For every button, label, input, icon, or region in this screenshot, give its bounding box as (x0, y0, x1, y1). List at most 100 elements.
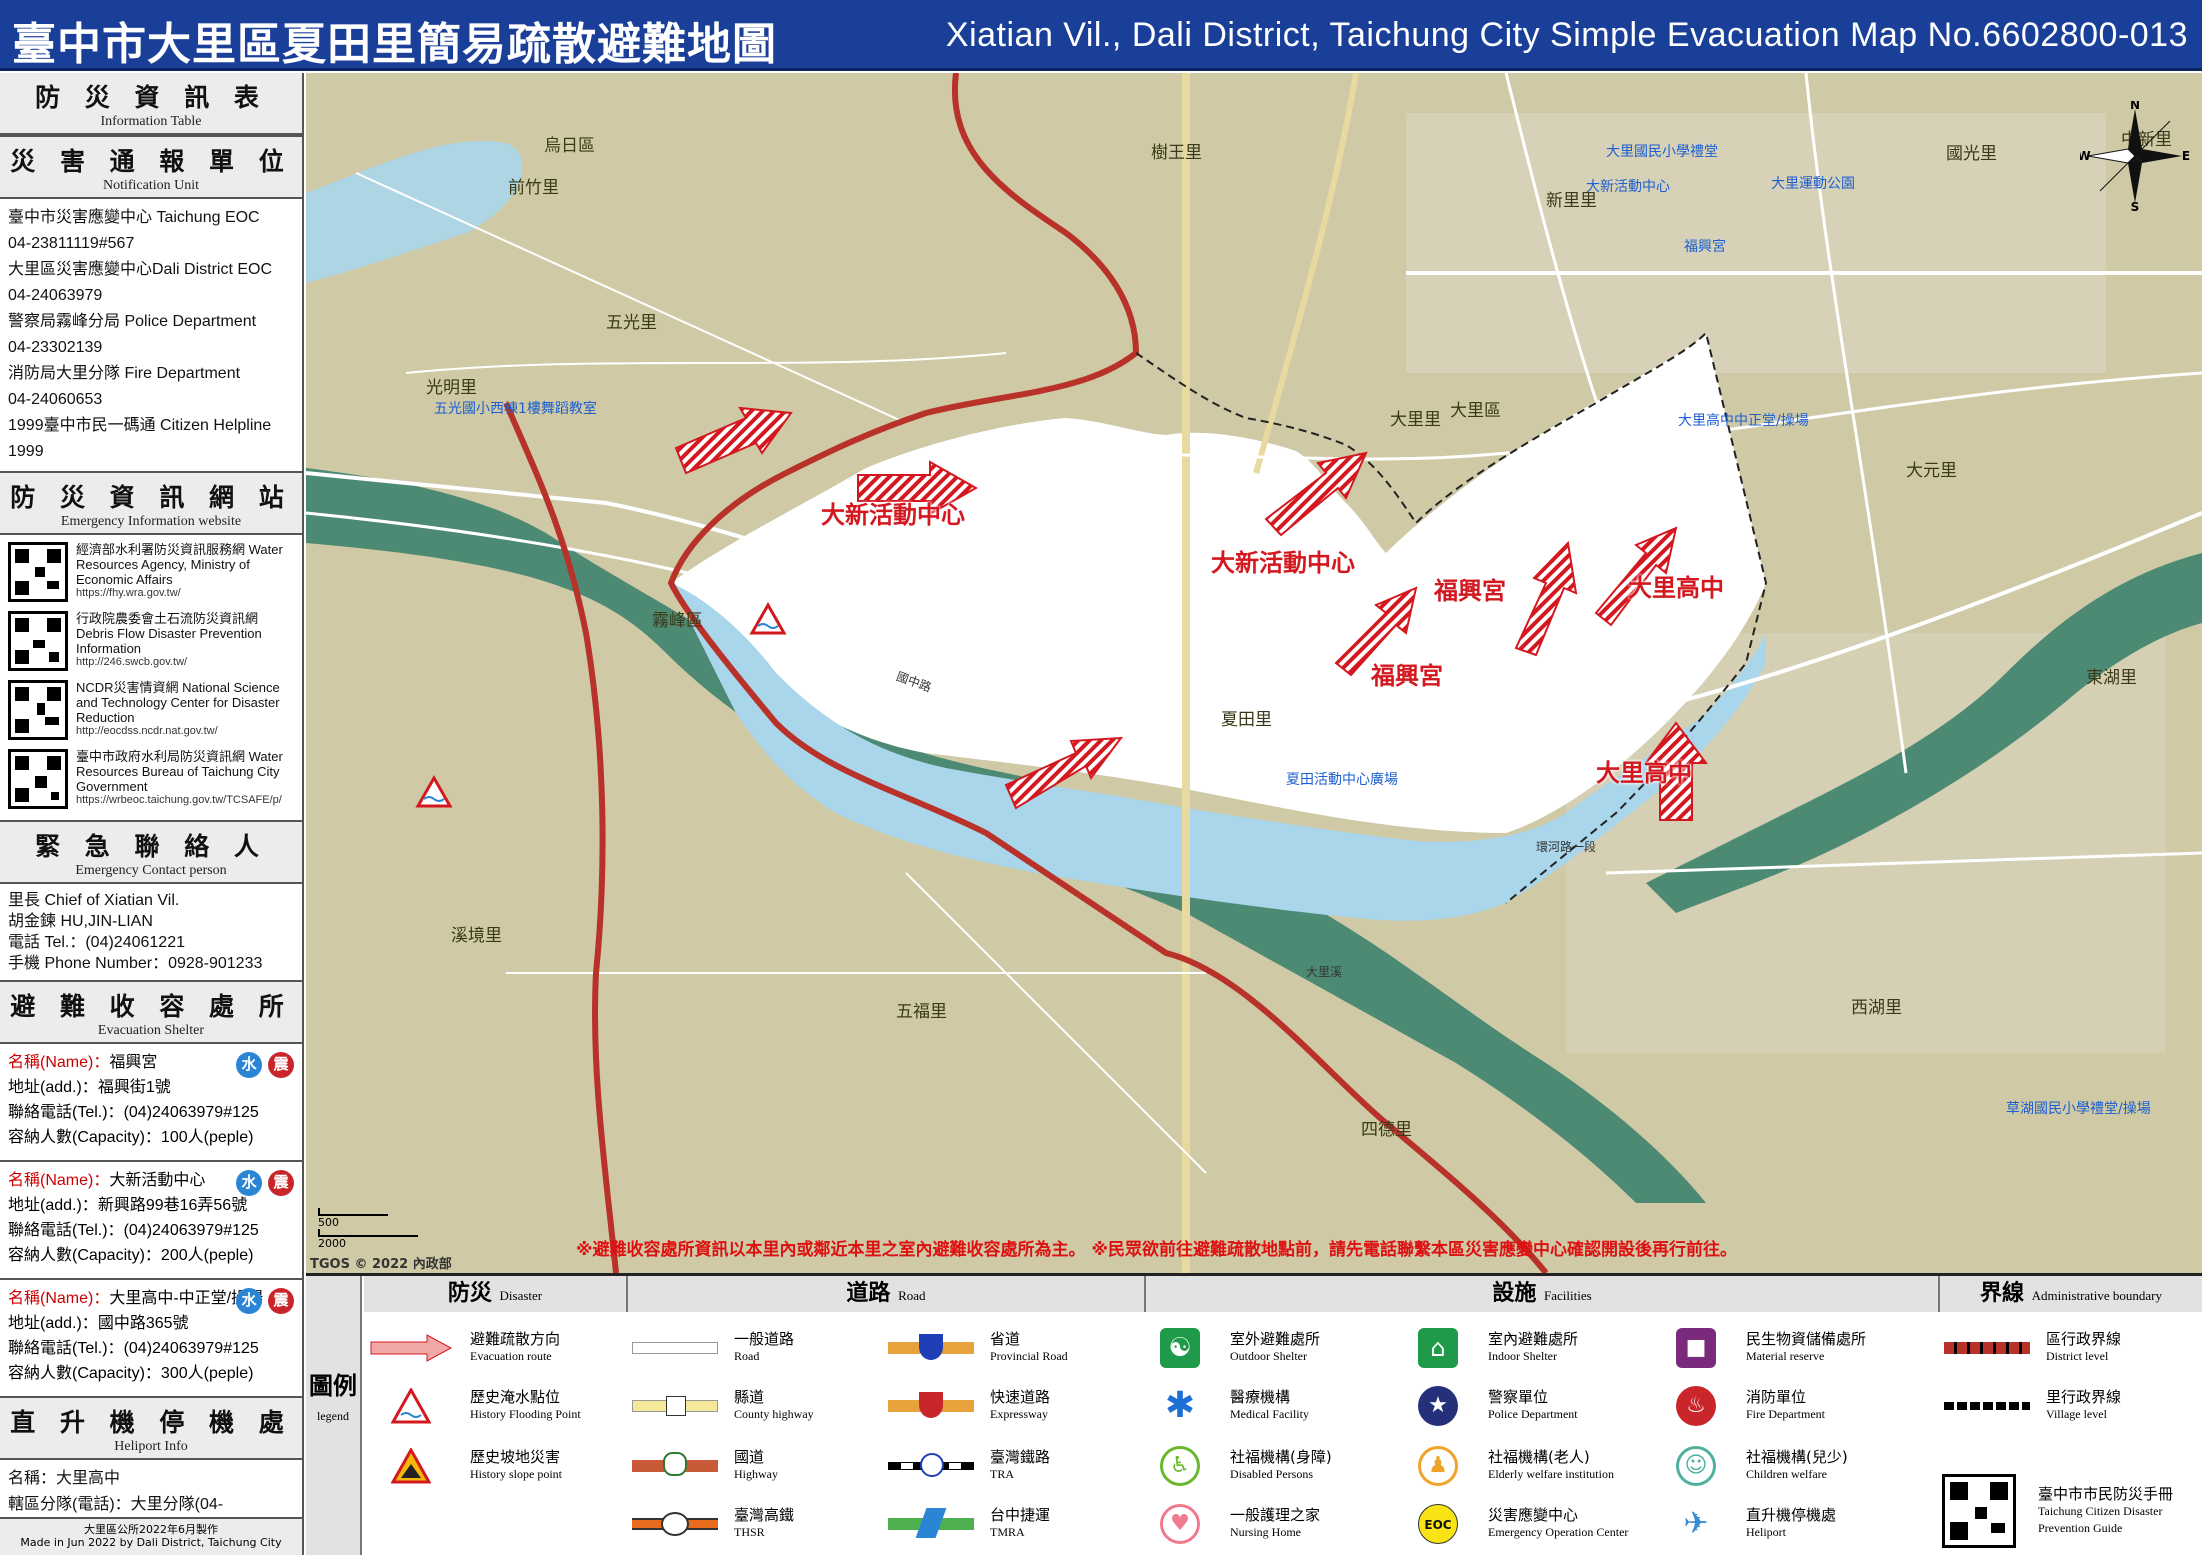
shelter-item: 水 震 名稱(Name)：福興宮 地址(add.)：福興街1號 聯絡電話(Tel… (0, 1044, 302, 1162)
village-label: 大元里 (1906, 461, 1957, 481)
quake-badge-icon: 震 (268, 1288, 294, 1314)
website-url[interactable]: http://246.swcb.gov.tw/ (76, 656, 294, 669)
evac-label-dali-hs: 大里高中 (1628, 574, 1724, 602)
title-bar: 臺中市大里區夏田里簡易疏散避難地圖 Xiatian Vil., Dali Dis… (0, 0, 2202, 71)
notification-line: 04-23302139 (8, 339, 103, 356)
evac-label-fuxing: 福興宮 (1434, 577, 1506, 605)
legend-tmra: 台中捷運 TMRA (886, 1494, 1050, 1554)
info-table-header: 防 災 資 訊 表 Information Table (0, 73, 302, 135)
village-label: 霧峰區 (652, 611, 703, 631)
website-name: 臺中市政府水利局防災資訊網 Water Resources Bureau of … (76, 749, 283, 794)
website-item[interactable]: 臺中市政府水利局防災資訊網 Water Resources Bureau of … (8, 749, 294, 813)
nursing-home-icon: ♥ (1160, 1504, 1200, 1544)
village-label: 大里里 (1390, 410, 1441, 430)
heliport-header: 直 升 機 停 機 處 Heliport Info (0, 1398, 302, 1460)
compass-n: N (2130, 101, 2140, 112)
evac-label-fuxing: 福興宮 (1371, 662, 1443, 690)
shelter-name: 福興宮 (109, 1054, 158, 1071)
shelter-notice: ※避難收容處所資訊以本里內或鄰近本里之室內避難收容處所為主。 ※民眾欲前往避難疏… (576, 1240, 1737, 1260)
place-label: 福興宮 (1684, 239, 1726, 255)
notification-line: 04-24063979 (8, 287, 103, 304)
shelter-capacity: 200人(peple) (160, 1247, 254, 1264)
production-note: 大里區公所2022年6月製作 Made in Jun 2022 by Dali … (0, 1517, 302, 1555)
name-label: 名稱(Name)： (8, 1290, 110, 1307)
water-badge-icon: 水 (236, 1288, 262, 1314)
legend-village-boundary: 里行政界線 Village level (1942, 1376, 2121, 1436)
place-label: 大新活動中心 (1586, 179, 1670, 195)
info-table-subtitle: Information Table (100, 114, 202, 129)
heliport-subtitle: Heliport Info (114, 1439, 188, 1454)
contact-line: 手機 Phone Number：0928-901233 (8, 955, 263, 972)
shelter-address: 國中路365號 (97, 1315, 189, 1332)
legend-eoc: EOC 災害應變中心 Emergency Operation Center (1406, 1494, 1628, 1554)
legend-road-header: 道路 Road (628, 1276, 1146, 1312)
contact-subtitle: Emergency Contact person (75, 863, 227, 878)
address-label: 地址(add.)： (8, 1197, 98, 1214)
legend-fire-dept: ♨ 消防單位 Fire Department (1664, 1376, 1825, 1436)
notification-line: 警察局霧峰分局 Police Department (8, 313, 257, 330)
material-reserve-icon: ■ (1676, 1328, 1716, 1368)
disabled-welfare-icon: ♿ (1160, 1446, 1200, 1486)
tel-label: 聯絡電話(Tel.)： (8, 1340, 124, 1357)
notification-line: 臺中市災害應變中心 Taichung EOC (8, 209, 260, 226)
place-label: 大里國民小學禮堂 (1606, 144, 1718, 160)
title-chinese: 臺中市大里區夏田里簡易疏散避難地圖 (12, 19, 777, 70)
notification-list: 臺中市災害應變中心 Taichung EOC 04-23811119#567 大… (0, 199, 302, 471)
websites-list: 經濟部水利署防災資訊服務網 Water Resources Agency, Mi… (0, 535, 302, 820)
compass-s: S (2131, 200, 2140, 211)
legend-evac-route: 避難疏散方向 Evacuation route (366, 1318, 560, 1378)
legend-district-boundary: 區行政界線 District level (1942, 1318, 2121, 1378)
village-label: 夏田里 (1221, 710, 1272, 730)
scale-label: 2000 (318, 1237, 346, 1250)
legend-title: 圖例 (309, 1372, 357, 1400)
notification-line: 1999 (8, 443, 44, 460)
heliport-title: 直 升 機 停 機 處 (10, 1408, 292, 1437)
road-label: 環河路一段 (1536, 840, 1597, 854)
contact-list: 里長 Chief of Xiatian Vil. 胡金鍊 HU,JIN-LIAN… (0, 884, 302, 980)
tel-label: 聯絡電話(Tel.)： (8, 1104, 124, 1121)
fire-dept-icon: ♨ (1676, 1386, 1716, 1426)
legend-road: 一般道路 Road (630, 1318, 794, 1378)
evacuation-map-page: 臺中市大里區夏田里簡易疏散避難地圖 Xiatian Vil., Dali Dis… (0, 0, 2202, 1555)
website-item[interactable]: 行政院農委會土石流防災資訊網 Debris Flow Disaster Prev… (8, 611, 294, 675)
legend-expressway: 快速道路 Expressway (886, 1376, 1050, 1436)
notification-line: 1999臺中市民一碼通 Citizen Helpline (8, 417, 272, 434)
shelter-capacity: 100人(peple) (160, 1129, 254, 1146)
notification-title: 災 害 通 報 單 位 (10, 147, 292, 176)
contact-header: 緊 急 聯 絡 人 Emergency Contact person (0, 820, 302, 884)
legend-provincial-road: 省道 Provincial Road (886, 1318, 1068, 1378)
website-url[interactable]: http://eocdss.ncdr.nat.gov.tw/ (76, 725, 294, 738)
legend-panel: 圖例 legend 防災 Disaster 道路 Road 設施 Facilit… (306, 1273, 2202, 1555)
legend-flood-point: 歷史淹水點位 History Flooding Point (366, 1376, 581, 1436)
legend-guide[interactable]: 臺中市市民防災手冊 Taichung Citizen Disaster Preve… (1942, 1471, 2202, 1551)
website-url[interactable]: https://fhy.wra.gov.tw/ (76, 587, 294, 600)
police-icon: ★ (1418, 1386, 1458, 1426)
scale-bar: 500 2000 (318, 1208, 418, 1250)
urban-area (1406, 113, 2106, 373)
compass-icon: N E S W (2080, 101, 2190, 211)
place-label: 夏田活動中心廣場 (1286, 772, 1398, 788)
map-area[interactable]: 大新活動中心 大新活動中心 福興宮 福興宮 大里高中 大里高中 夏田里 大里里 … (306, 73, 2202, 1273)
website-item[interactable]: 經濟部水利署防災資訊服務網 Water Resources Agency, Mi… (8, 542, 294, 606)
title-english: Xiatian Vil., Dali District, Taichung Ci… (945, 16, 2188, 54)
website-url[interactable]: https://wrbeoc.taichung.gov.tw/TCSAFE/p/ (76, 794, 294, 807)
outdoor-shelter-icon: ☯ (1160, 1328, 1200, 1368)
village-label: 大里區 (1450, 401, 1501, 421)
contact-line: 電話 Tel.：(04)24061221 (8, 934, 185, 951)
water-badge-icon: 水 (236, 1170, 262, 1196)
contact-line: 里長 Chief of Xiatian Vil. (8, 892, 180, 909)
name-label: 名稱(Name)： (8, 1054, 110, 1071)
evac-label-daxin: 大新活動中心 (1211, 549, 1355, 577)
website-item[interactable]: NCDR災害情資網 National Science and Technolog… (8, 680, 294, 744)
medical-icon: ✱ (1164, 1385, 1196, 1426)
evac-label-dali-hs: 大里高中 (1596, 759, 1692, 787)
production-note-en: Made in Jun 2022 by Dali District, Taich… (20, 1536, 282, 1549)
village-label: 溪境里 (451, 926, 502, 946)
website-name: 行政院農委會土石流防災資訊網 Debris Flow Disaster Prev… (76, 611, 262, 656)
legend-thsr: 臺灣高鐵 THSR (630, 1494, 794, 1554)
contact-title: 緊 急 聯 絡 人 (35, 832, 267, 861)
legend-boundary-header: 界線 Administrative boundary (1940, 1276, 2202, 1312)
capacity-label: 容納人數(Capacity)： (8, 1247, 161, 1264)
shelter-header: 避 難 收 容 處 所 Evacuation Shelter (0, 980, 302, 1044)
shelter-item: 水 震 名稱(Name)：大新活動中心 地址(add.)：新興路99巷16弄56… (0, 1162, 302, 1280)
